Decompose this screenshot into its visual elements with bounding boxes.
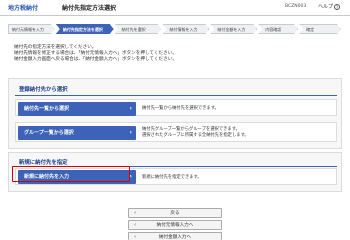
step-indicator: 納付元情報を入力 納付先指定方法を選択 納付先を選択 納付情報を入力 納付金額を… bbox=[8, 24, 342, 34]
step-designation-method: 納付先指定方法を選択 bbox=[56, 24, 114, 34]
registered-payee-section: 登録納付先から選択 納付先一覧から選択 › 納付先一覧から納付先を選択できます。… bbox=[8, 78, 342, 149]
back-button[interactable]: ‹ 戻る bbox=[128, 208, 222, 218]
button-label: 納付元情報入力へ bbox=[156, 223, 194, 228]
button-label: 納付先一覧から選択 bbox=[24, 105, 70, 112]
screen-id: BCZN003 bbox=[285, 4, 307, 9]
chevron-right-icon: › bbox=[129, 104, 132, 112]
select-from-group-list-button[interactable]: グループ一覧から選択 › bbox=[18, 126, 136, 140]
help-icon: ? bbox=[334, 3, 341, 10]
description-line: 納付先グループ一覧からグループを選択できます。 bbox=[142, 127, 240, 132]
option-description: 新規に納付先を指定できます。 bbox=[142, 174, 202, 180]
select-from-payee-list-button[interactable]: 納付先一覧から選択 › bbox=[18, 101, 136, 116]
instructions: 納付先の指定方法を選択してください。 納付先情報を修正する場合は、「納付元情報入… bbox=[14, 45, 177, 64]
step-complete: 確定 bbox=[299, 24, 341, 34]
step-amount: 納付金額を入力 bbox=[210, 24, 257, 34]
to-payer-info-button[interactable]: ‹ 納付元情報入力へ bbox=[128, 220, 222, 230]
description-line: 納付先一覧から納付先を選択できます。 bbox=[142, 105, 219, 111]
section-title-new: 新規に納付先を指定 bbox=[19, 160, 68, 166]
option-row-group-list: グループ一覧から選択 › 納付先グループ一覧からグループを選択できます。 選択さ… bbox=[15, 122, 337, 142]
step-payment-info: 納付情報を入力 bbox=[163, 24, 210, 34]
step-payer-info: 納付元情報を入力 bbox=[8, 24, 55, 34]
chevron-left-icon: ‹ bbox=[134, 222, 137, 228]
app-header: 地方税納付 納付先指定方法選択 BCZN003 ヘルプ? bbox=[0, 0, 350, 16]
step-confirm: 内容確認 bbox=[258, 24, 298, 34]
button-label: 戻る bbox=[170, 211, 180, 216]
step-select-payee: 納付先を選択 bbox=[115, 24, 162, 34]
section-title-registered: 登録納付先から選択 bbox=[19, 87, 68, 93]
chevron-right-icon: › bbox=[129, 129, 132, 136]
chevron-left-icon: ‹ bbox=[134, 234, 137, 240]
page-title: 納付先指定方法選択 bbox=[62, 5, 117, 12]
to-amount-button[interactable]: ‹ 納付金額入力へ bbox=[128, 232, 222, 240]
help-link[interactable]: ヘルプ? bbox=[318, 3, 341, 10]
button-label: 納付金額入力へ bbox=[158, 235, 192, 240]
description-line: 選択されたグループに所属する全納付先を指定します。 bbox=[142, 132, 249, 138]
section-divider bbox=[15, 95, 337, 96]
chevron-left-icon: ‹ bbox=[134, 210, 137, 216]
option-description: 納付先一覧から納付先を選択できます。 bbox=[142, 106, 219, 112]
button-label: グループ一覧から選択 bbox=[24, 130, 74, 136]
service-name: 地方税納付 bbox=[8, 5, 39, 12]
option-description: 納付先グループ一覧からグループを選択できます。 選択されたグループに所属する全納… bbox=[142, 127, 249, 138]
focus-highlight bbox=[12, 166, 130, 182]
option-row-payee-list: 納付先一覧から選択 › 納付先一覧から納付先を選択できます。 bbox=[15, 99, 337, 116]
instruction-line-3: 納付金額入力画面へ戻る場合は、「納付金額入力へ」ボタンを押してください。 bbox=[14, 57, 177, 63]
help-label: ヘルプ bbox=[318, 4, 334, 10]
